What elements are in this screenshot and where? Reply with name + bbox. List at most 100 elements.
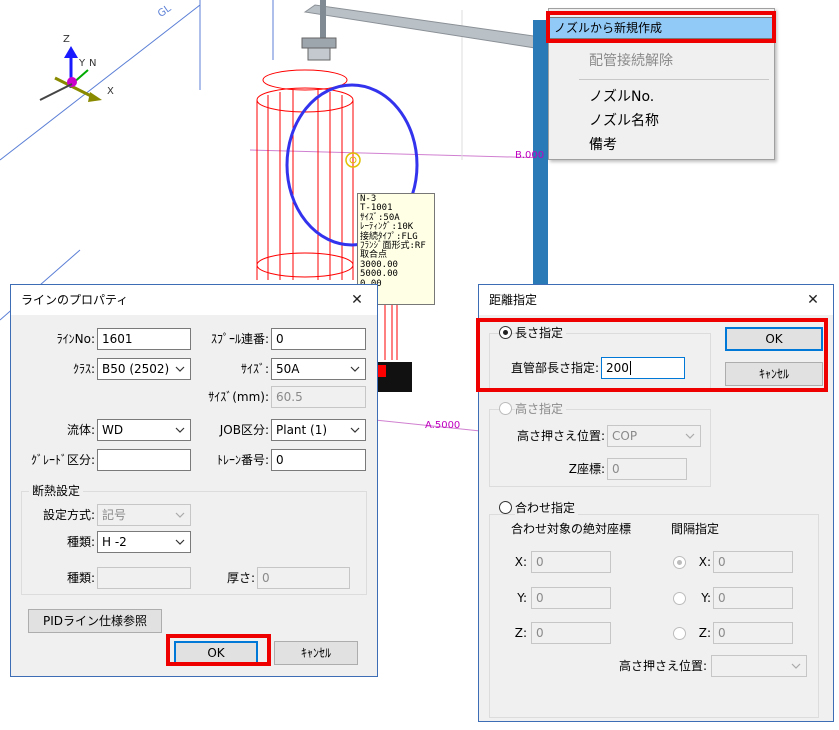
height-pos-select[interactable]: COP [607, 425, 701, 447]
text-cursor [629, 361, 631, 375]
axis-n-label: N [89, 58, 97, 69]
menu-item-nozzle-no[interactable]: ノズルNo. [549, 85, 774, 109]
match-group [489, 514, 819, 718]
z-coord-label: Z座標: [568, 462, 605, 476]
iy-input[interactable]: 0 [713, 587, 793, 609]
straight-length-input[interactable]: 200 [601, 357, 685, 379]
grade-input[interactable] [97, 449, 191, 471]
kind-label: 種類: [66, 535, 95, 549]
size-label: ｻｲｽﾞ: [240, 362, 269, 376]
kind-value: H -2 [102, 535, 127, 549]
menu-separator [579, 79, 769, 80]
line-no-input[interactable]: 1601 [97, 328, 191, 350]
menu-item-create-from-nozzle[interactable]: ノズルから新規作成 [549, 17, 774, 39]
kind-select[interactable]: H -2 [97, 531, 191, 553]
close-icon[interactable]: ✕ [337, 285, 377, 315]
nozzle-context-menu: ノズルから新規作成 配管接続解除 ノズルNo. ノズル名称 備考 [548, 8, 775, 160]
iz-label: Z: [698, 626, 711, 640]
method-select[interactable]: 記号 [97, 504, 191, 526]
axis-z-label: Z [63, 34, 70, 45]
chevron-down-icon [175, 366, 185, 372]
x-label: X: [514, 555, 527, 569]
train-label: ﾄﾚｰﾝ番号: [216, 453, 269, 467]
match-radio[interactable] [499, 501, 512, 514]
y-input[interactable]: 0 [531, 587, 611, 609]
chevron-down-icon [175, 539, 185, 545]
dialog-title: ラインのプロパティ [21, 293, 129, 307]
iy-label: Y: [701, 591, 711, 605]
menu-item-disconnect-pipe[interactable]: 配管接続解除 [549, 49, 774, 73]
spool-input[interactable]: 0 [271, 328, 366, 350]
pid-spec-button[interactable]: PIDライン仕様参照 [28, 609, 162, 633]
fluid-value: WD [102, 423, 124, 437]
dialog-title-bar: ラインのプロパティ [11, 285, 377, 315]
straight-length-value: 200 [606, 361, 629, 375]
length-radio-label: 長さ指定 [515, 322, 567, 344]
interval-x-radio[interactable] [673, 556, 686, 569]
job-value: Plant (1) [276, 423, 328, 437]
height-pos2-label: 高さ押さえ位置: [618, 659, 707, 673]
thickness-label: 厚さ: [226, 571, 255, 585]
thickness-input[interactable]: 0 [257, 567, 350, 589]
method-label: 設定方式: [42, 508, 95, 522]
chevron-down-icon [685, 433, 695, 439]
ix-input[interactable]: 0 [713, 551, 793, 573]
close-icon[interactable]: ✕ [793, 285, 833, 315]
chevron-down-icon [350, 366, 360, 372]
axis-y-label: Y [79, 58, 86, 69]
abs-coord-label: 合わせ対象の絶対座標 [511, 522, 632, 536]
kind2-input[interactable] [97, 567, 191, 589]
menu-item-remarks[interactable]: 備考 [549, 133, 774, 157]
size-value: 50A [276, 362, 300, 376]
ix-label: X: [698, 555, 711, 569]
grid-label-b: B.000 [515, 150, 545, 161]
job-select[interactable]: Plant (1) [271, 419, 366, 441]
z-input[interactable]: 0 [531, 622, 611, 644]
match-radio-label: 合わせ指定 [515, 497, 579, 519]
ok-button[interactable]: OK [174, 641, 258, 665]
line-no-label: ﾗｲﾝNo: [56, 332, 95, 346]
train-input[interactable]: 0 [271, 449, 366, 471]
height-radio[interactable] [499, 402, 512, 415]
dialog-title: 距離指定 [489, 293, 538, 307]
kind2-label: 種類: [66, 571, 95, 585]
line-properties-dialog: ラインのプロパティ ✕ ﾗｲﾝNo: 1601 ｽﾌﾟｰﾙ連番: 0 ｸﾗｽ: … [10, 284, 378, 677]
spool-label: ｽﾌﾟｰﾙ連番: [210, 332, 269, 346]
height-pos2-select[interactable] [711, 655, 807, 677]
y-label: Y: [517, 591, 527, 605]
chevron-down-icon [350, 427, 360, 433]
height-pos-label: 高さ押さえ位置: [516, 429, 605, 443]
height-pos-value: COP [612, 429, 638, 443]
chevron-down-icon [175, 512, 185, 518]
interval-z-radio[interactable] [673, 627, 686, 640]
size-mm-input[interactable]: 60.5 [271, 386, 366, 408]
iz-input[interactable]: 0 [713, 622, 793, 644]
distance-dialog: 距離指定 ✕ 長さ指定 直管部長さ指定: 200 OK ｷｬﾝｾﾙ 高さ指定 高… [478, 284, 834, 722]
ok-button[interactable]: OK [725, 327, 823, 351]
job-label: JOB区分: [219, 423, 269, 437]
x-input[interactable]: 0 [531, 551, 611, 573]
z-label: Z: [514, 626, 527, 640]
straight-length-label: 直管部長さ指定: [510, 361, 599, 375]
interval-y-radio[interactable] [673, 592, 686, 605]
axis-x-label: X [107, 86, 114, 97]
cancel-button[interactable]: ｷｬﾝｾﾙ [274, 641, 358, 665]
menu-item-nozzle-name[interactable]: ノズル名称 [549, 109, 774, 133]
z-coord-input[interactable]: 0 [607, 458, 687, 480]
fluid-select[interactable]: WD [97, 419, 191, 441]
grade-label: ｸﾞﾚｰﾄﾞ区分: [30, 453, 95, 467]
interval-label: 間隔指定 [671, 522, 720, 536]
cancel-button[interactable]: ｷｬﾝｾﾙ [725, 362, 823, 386]
insulation-group-title: 断熱設定 [29, 483, 84, 499]
size-mm-label: ｻｲｽﾞ(mm): [208, 390, 269, 404]
class-select[interactable]: B50 (2502) [97, 358, 191, 380]
size-select[interactable]: 50A [271, 358, 366, 380]
grid-label-a: A.5000 [425, 420, 461, 431]
fluid-label: 流体: [66, 423, 95, 437]
length-radio[interactable] [499, 326, 512, 339]
chevron-down-icon [175, 427, 185, 433]
dialog-title-bar: 距離指定 [479, 285, 833, 315]
class-label: ｸﾗｽ: [72, 362, 95, 376]
height-radio-label: 高さ指定 [515, 398, 567, 420]
chevron-down-icon [791, 663, 801, 669]
